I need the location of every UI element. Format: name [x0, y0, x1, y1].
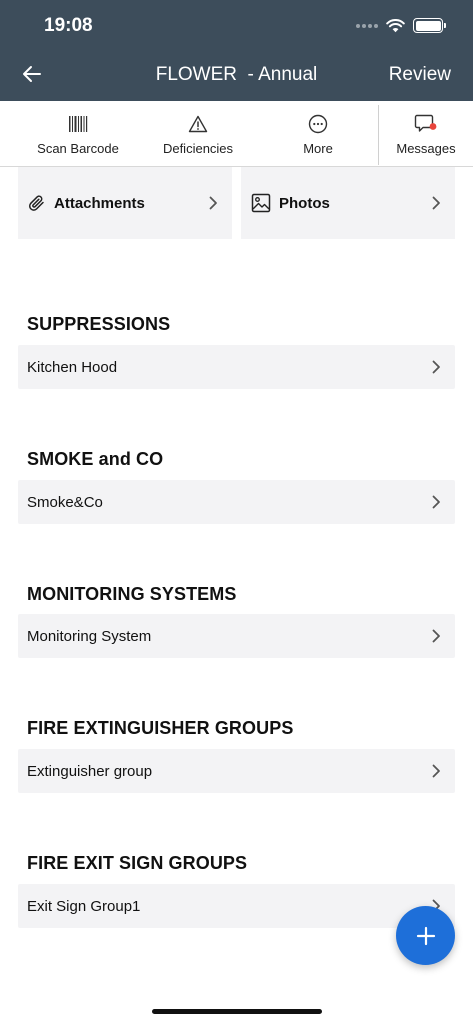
barcode-icon [69, 116, 88, 132]
status-icons [356, 18, 446, 33]
list-item-extinguisher-group[interactable]: Extinguisher group [18, 749, 455, 793]
home-indicator [152, 1009, 322, 1014]
list-item-exit-sign-group[interactable]: Exit Sign Group1 [18, 884, 455, 928]
deficiencies-button[interactable]: Deficiencies [150, 101, 246, 167]
messages-button[interactable]: Messages [384, 101, 468, 167]
status-time: 19:08 [44, 15, 93, 36]
section-title-monitoring-systems: MONITORING SYSTEMS [27, 584, 237, 604]
section-title-fire-exit-sign-groups: FIRE EXIT SIGN GROUPS [27, 853, 248, 873]
chevron-right-icon [432, 764, 440, 778]
back-arrow-icon[interactable] [20, 62, 44, 86]
list-item-label: Exit Sign Group1 [27, 897, 141, 915]
image-icon [251, 193, 271, 213]
warning-icon [188, 115, 208, 133]
list-item-label: Smoke&Co [27, 493, 103, 511]
list-item-smoke-co[interactable]: Smoke&Co [18, 480, 455, 524]
toolbar: Scan Barcode Deficiencies More Messages [0, 101, 473, 167]
section-title-suppressions: SUPPRESSIONS [27, 314, 171, 334]
review-button[interactable]: Review [389, 64, 451, 86]
more-label: More [303, 141, 333, 156]
chevron-right-icon [432, 196, 440, 210]
list-item-label: Monitoring System [27, 627, 152, 645]
add-button[interactable] [396, 906, 455, 965]
section-title-fire-extinguisher-groups: FIRE EXTINGUISHER GROUPS [27, 718, 294, 738]
list-item-label: Kitchen Hood [27, 358, 118, 376]
photos-card[interactable]: Photos [241, 167, 455, 239]
list-item-label: Extinguisher group [27, 762, 153, 780]
scan-barcode-label: Scan Barcode [37, 141, 119, 156]
wifi-icon [386, 18, 405, 32]
more-icon [308, 114, 328, 134]
messages-label: Messages [396, 141, 456, 156]
plus-icon [416, 926, 435, 945]
attachments-label: Attachments [54, 194, 145, 212]
more-button[interactable]: More [270, 101, 366, 167]
chevron-right-icon [209, 196, 217, 210]
photos-label: Photos [279, 194, 330, 212]
battery-icon [413, 18, 446, 33]
scan-barcode-button[interactable]: Scan Barcode [30, 101, 126, 167]
deficiencies-label: Deficiencies [162, 141, 234, 156]
message-icon [414, 114, 437, 132]
toolbar-divider [378, 105, 379, 165]
paperclip-icon [28, 195, 44, 211]
list-item-monitoring-system[interactable]: Monitoring System [18, 614, 455, 658]
notification-badge [429, 123, 437, 130]
chevron-right-icon [432, 629, 440, 643]
chevron-right-icon [432, 360, 440, 374]
list-item-kitchen-hood[interactable]: Kitchen Hood [18, 345, 455, 389]
app-header: 19:08 FLOWER - Annual Review [0, 0, 473, 101]
section-title-smoke-co: SMOKE and CO [27, 449, 164, 469]
signal-icon [356, 23, 378, 28]
attachments-card[interactable]: Attachments [18, 167, 232, 239]
chevron-right-icon [432, 495, 440, 509]
